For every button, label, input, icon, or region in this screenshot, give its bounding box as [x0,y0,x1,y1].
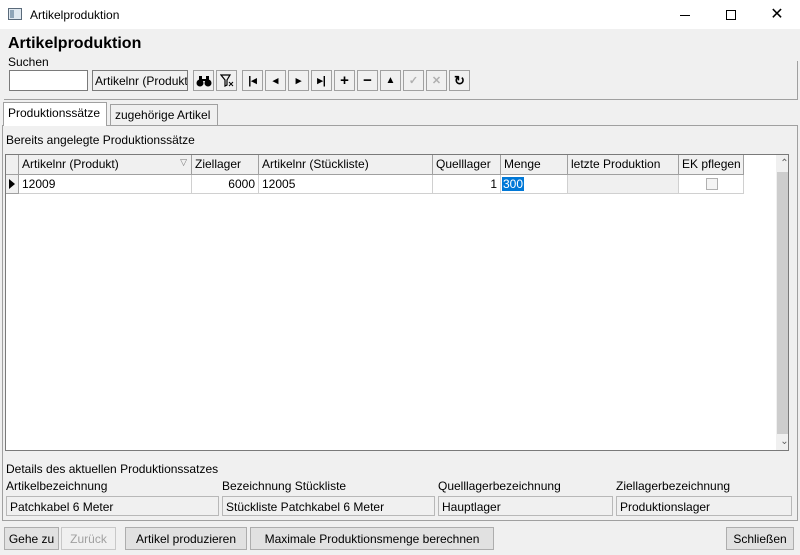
cell-artikelnr-stueckliste[interactable]: 12005 [259,175,433,194]
scroll-up-icon[interactable]: ⌃ [776,155,788,172]
max-produktionsmenge-button[interactable]: Maximale Produktionsmenge berechnen [250,527,494,550]
filter-icon [219,74,233,87]
search-input[interactable] [9,70,88,91]
row-indicator-header [6,155,19,175]
scroll-thumb[interactable] [777,172,788,434]
up-triangle-icon: ▲ [385,75,396,86]
filter-button[interactable] [216,70,237,91]
title-bar: Artikelproduktion ✕ [0,0,800,30]
close-window-button[interactable]: ✕ [754,0,800,30]
cell-ek-pflegen[interactable] [679,175,744,194]
cell-ziellager[interactable]: 6000 [192,175,259,194]
next-record-icon: ▸ [295,75,302,87]
cancel-record-button[interactable]: ✕ [426,70,447,91]
ziellager-label: Ziellagerbezeichnung [616,479,731,493]
search-field-select[interactable]: Artikelnr (Produkt) [92,70,188,91]
prev-record-button[interactable]: ◂ [265,70,286,91]
column-header-quelllager[interactable]: Quelllager [433,155,501,175]
gehe-zu-button[interactable]: Gehe zu [4,527,59,550]
last-record-icon: ▸| [317,75,326,87]
add-record-button[interactable]: + [334,70,355,91]
column-header-ziellager[interactable]: Ziellager [192,155,259,175]
minimize-button[interactable] [662,0,708,30]
zurueck-button[interactable]: Zurück [61,527,116,550]
last-record-button[interactable]: ▸| [311,70,332,91]
window-title: Artikelproduktion [30,8,120,22]
sort-arrow-icon: ▽ [180,157,187,167]
artikelbezeichnung-field: Patchkabel 6 Meter [6,496,219,516]
ek-pflegen-checkbox[interactable] [706,178,718,190]
schliessen-button[interactable]: Schließen [726,527,794,550]
production-grid[interactable]: Artikelnr (Produkt) ▽ Ziellager Artikeln… [5,154,789,451]
vertical-scrollbar[interactable]: ⌃ ⌄ [776,155,788,450]
page-title: Artikelproduktion [8,35,142,52]
stueckliste-label: Bezeichnung Stückliste [222,479,347,493]
quelllager-field: Hauptlager [438,496,613,516]
close-icon: ✕ [770,6,784,23]
column-header-letzte-produktion[interactable]: letzte Produktion [568,155,679,175]
tab-produktionssaetze[interactable]: Produktionssätze [3,102,107,126]
maximize-icon [726,10,736,20]
app-icon [8,8,22,20]
search-legend: Suchen [8,55,51,69]
next-record-button[interactable]: ▸ [288,70,309,91]
find-button[interactable] [193,70,214,91]
column-header-ek-pflegen[interactable]: EK pflegen [679,155,744,175]
column-header-artikelnr-stueckliste[interactable]: Artikelnr (Stückliste) [259,155,433,175]
quelllager-label: Quelllagerbezeichnung [438,479,561,493]
minimize-icon [680,14,690,16]
artikel-produzieren-button[interactable]: Artikel produzieren [125,527,247,550]
artikelbezeichnung-label: Artikelbezeichnung [6,479,108,493]
binoculars-icon [196,75,211,86]
panel-caption: Bereits angelegte Produktionssätze [6,133,195,147]
column-header-artikelnr-produkt[interactable]: Artikelnr (Produkt) ▽ [19,155,192,175]
cell-letzte-produktion [568,175,679,194]
first-record-icon: |◂ [248,75,257,87]
check-icon: ✓ [408,75,419,87]
cell-menge[interactable]: 300 [501,175,568,194]
stueckliste-field: Stückliste Patchkabel 6 Meter [222,496,435,516]
column-header-label: Artikelnr (Produkt) [22,157,119,171]
cell-quelllager[interactable]: 1 [433,175,501,194]
maximize-button[interactable] [708,0,754,30]
refresh-button[interactable]: ↻ [449,70,470,91]
menge-edit-value[interactable]: 300 [502,177,525,191]
minus-icon: − [363,72,372,89]
current-row-indicator [6,175,19,194]
row-pointer-icon [9,179,15,189]
details-caption: Details des aktuellen Produktionssatzes [6,462,219,476]
post-record-button[interactable]: ✓ [403,70,424,91]
first-record-button[interactable]: |◂ [242,70,263,91]
tab-zugehoerige-artikel[interactable]: zugehörige Artikel [110,104,218,126]
cell-artikelnr-produkt[interactable]: 12009 [19,175,192,194]
delete-record-button[interactable]: − [357,70,378,91]
ziellager-field: Produktionslager [616,496,792,516]
scroll-down-icon[interactable]: ⌄ [776,433,788,450]
cancel-icon: ✕ [431,75,442,87]
prev-record-icon: ◂ [272,75,279,87]
edit-record-button[interactable]: ▲ [380,70,401,91]
refresh-icon: ↻ [454,72,465,88]
plus-icon: + [340,72,349,89]
column-header-menge[interactable]: Menge [501,155,568,175]
